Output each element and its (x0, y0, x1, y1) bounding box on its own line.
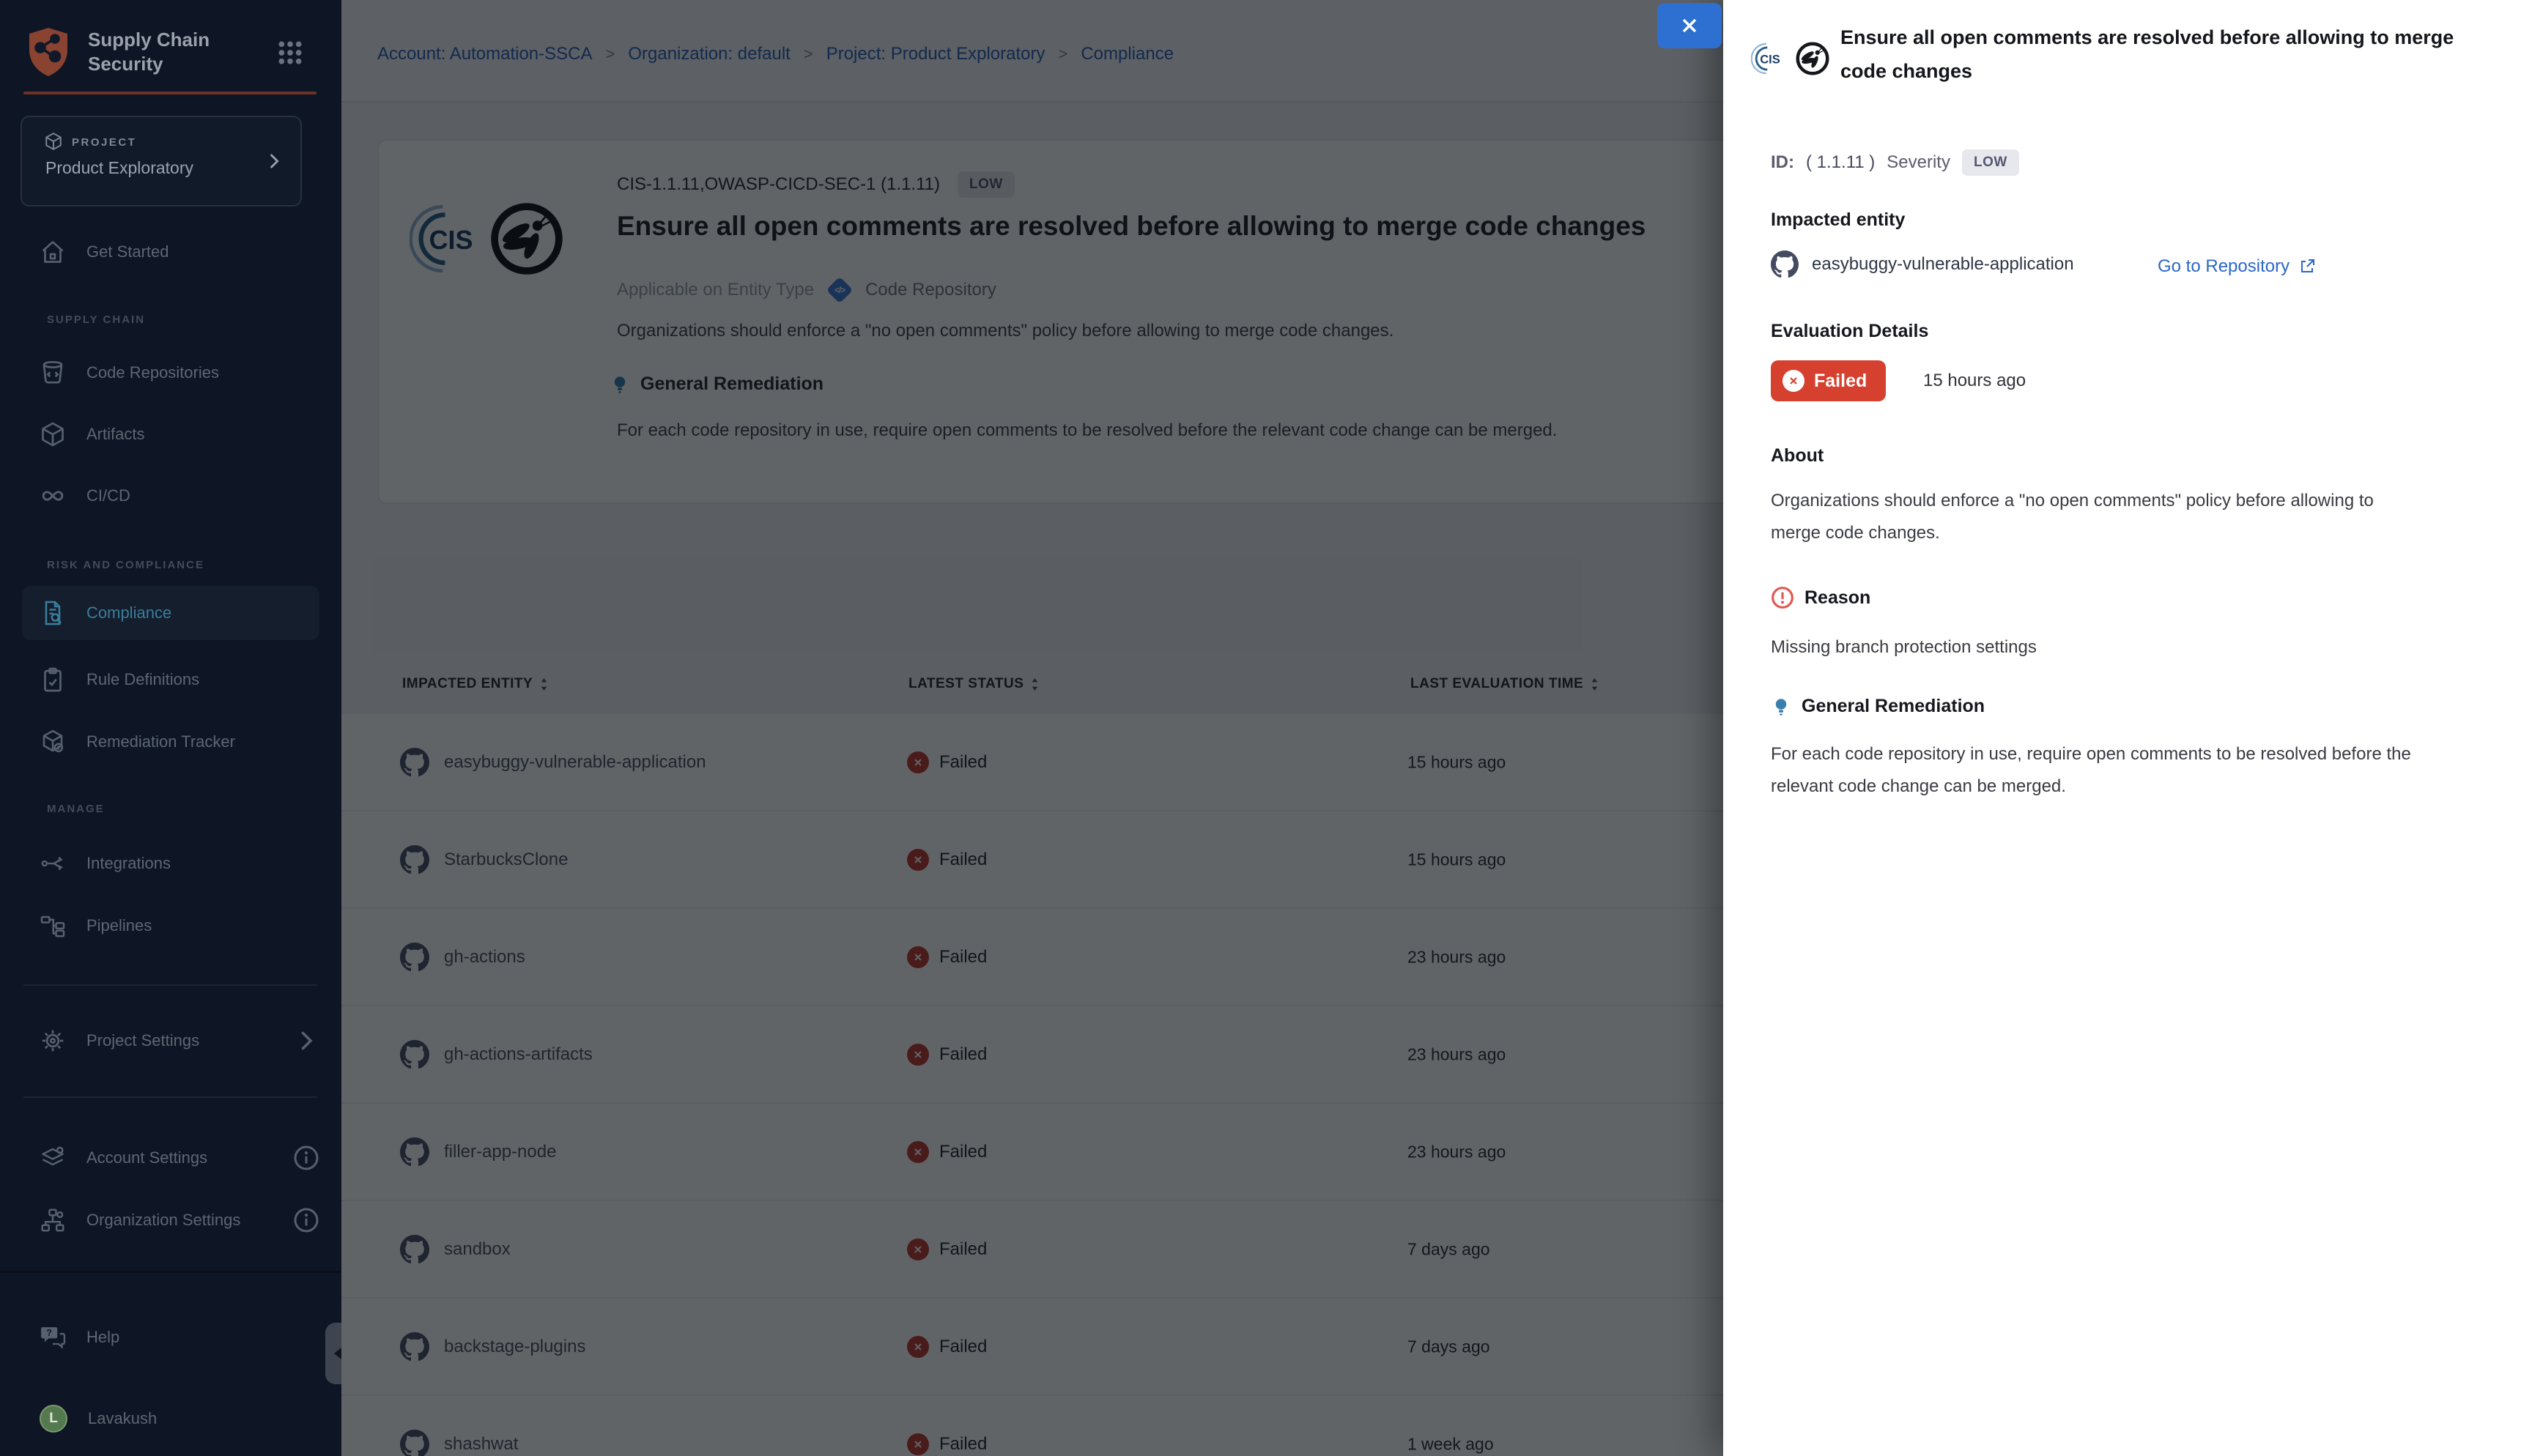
close-drawer-button[interactable] (1657, 3, 1722, 48)
clipboard-check-icon (40, 666, 66, 693)
shield-logo-icon (25, 26, 72, 78)
sidebar-item-label: Help (86, 1328, 119, 1347)
failed-status-pill[interactable]: Failed (1771, 360, 1886, 401)
reason-text: Missing branch protection settings (1771, 631, 2037, 664)
logo-divider (23, 92, 316, 94)
id-severity-row: ID: ( 1.1.11 ) Severity LOW (1771, 149, 2019, 176)
sidebar-item-code-repositories[interactable]: Code Repositories (22, 346, 319, 400)
lightbulb-icon (1771, 697, 1791, 717)
chevron-right-icon (264, 151, 284, 171)
sidebar-item-label: Compliance (86, 603, 171, 623)
sidebar-item-organization-settings[interactable]: Organization Settings (22, 1193, 319, 1247)
sidebar-item-label: Pipelines (86, 916, 152, 935)
sidebar-item-label: Code Repositories (86, 363, 219, 382)
sidebar-item-label: Organization Settings (86, 1211, 240, 1230)
rule-detail-drawer: Ensure all open comments are resolved be… (1723, 0, 2532, 1456)
sidebar-item-account-settings[interactable]: Account Settings (22, 1131, 319, 1185)
reason-heading: Reason (1771, 586, 1870, 609)
info-icon (293, 1145, 319, 1171)
divider (23, 1096, 316, 1098)
go-to-repository-link[interactable]: Go to Repository (2158, 256, 2316, 277)
app-switcher-grid-icon[interactable] (275, 38, 305, 67)
chevron-right-icon (293, 1028, 319, 1054)
section-label-manage: MANAGE (47, 803, 105, 815)
sidebar-item-artifacts[interactable]: Artifacts (22, 407, 319, 461)
sidebar-bottom-divider (0, 1271, 341, 1273)
artifacts-cube-icon (40, 421, 66, 447)
app-window: Account: Automation-SSCA > Organization:… (0, 0, 2532, 1456)
pipelines-icon (40, 913, 66, 939)
user-name: Lavakush (88, 1409, 157, 1428)
impacted-entity-row: easybuggy-vulnerable-application (1771, 250, 2074, 278)
sidebar-item-label: Rule Definitions (86, 670, 199, 689)
id-label: ID: (1771, 152, 1794, 173)
sidebar-item-label: Project Settings (86, 1031, 199, 1050)
about-text: Organizations should enforce a "no open … (1771, 485, 2423, 549)
sidebar: Supply Chain Security PROJECT Product Ex… (0, 0, 341, 1456)
project-cube-icon (44, 132, 63, 151)
status-label: Failed (1814, 371, 1867, 392)
help-chat-icon (40, 1324, 66, 1351)
box-wrench-icon (40, 729, 66, 755)
sidebar-item-label: CI/CD (86, 486, 130, 505)
entity-name: easybuggy-vulnerable-application (1812, 254, 2074, 275)
sidebar-collapse-handle[interactable] (325, 1323, 341, 1384)
drawer-logos (1751, 40, 1830, 78)
infinity-icon (40, 483, 66, 509)
sidebar-item-label: Integrations (86, 854, 171, 873)
integrations-nodes-icon (40, 850, 66, 877)
gear-icon (40, 1028, 66, 1054)
sidebar-item-project-settings[interactable]: Project Settings (22, 1014, 319, 1068)
evaluation-details-heading: Evaluation Details (1771, 321, 1928, 342)
org-chart-gear-icon (40, 1207, 66, 1233)
avatar: L (40, 1405, 67, 1433)
sidebar-item-remediation-tracker[interactable]: Remediation Tracker (22, 715, 319, 769)
severity-label: Severity (1887, 152, 1950, 173)
close-icon (1678, 14, 1701, 37)
sidebar-item-get-started[interactable]: Get Started (22, 225, 319, 279)
sidebar-item-label: Remediation Tracker (86, 732, 235, 751)
general-remediation-text: For each code repository in use, require… (1771, 738, 2437, 803)
impacted-entity-heading: Impacted entity (1771, 209, 1905, 231)
severity-badge: LOW (1962, 149, 2019, 176)
alert-icon (1771, 586, 1794, 609)
compliance-doc-search-icon (40, 600, 66, 626)
sidebar-item-integrations[interactable]: Integrations (22, 836, 319, 891)
sidebar-item-pipelines[interactable]: Pipelines (22, 899, 319, 953)
section-label-supply-chain: SUPPLY CHAIN (47, 313, 145, 326)
id-value: ( 1.1.11 ) (1806, 152, 1875, 173)
project-selector[interactable]: PROJECT Product Exploratory (21, 116, 302, 207)
external-link-icon (2298, 258, 2316, 275)
section-label-risk-and-compliance: RISK AND COMPLIANCE (47, 559, 204, 571)
app-title: Supply Chain Security (88, 28, 249, 76)
project-selector-value: Product Exploratory (45, 158, 193, 178)
about-heading: About (1771, 445, 1824, 467)
general-remediation-heading: General Remediation (1771, 696, 1985, 717)
failed-icon (1783, 370, 1804, 392)
evaluation-time: 15 hours ago (1923, 371, 2026, 391)
sidebar-item-label: Account Settings (86, 1148, 207, 1167)
sidebar-item-cicd[interactable]: CI/CD (22, 469, 319, 523)
code-repositories-icon (40, 360, 66, 386)
sidebar-item-rule-definitions[interactable]: Rule Definitions (22, 653, 319, 707)
home-icon (40, 239, 66, 265)
sidebar-item-label: Get Started (86, 242, 169, 261)
sidebar-item-label: Artifacts (86, 425, 144, 444)
github-icon (1771, 250, 1799, 278)
user-menu[interactable]: L Lavakush (22, 1392, 319, 1446)
project-selector-label: PROJECT (72, 136, 136, 149)
sidebar-item-compliance[interactable]: Compliance (22, 586, 319, 640)
info-icon (293, 1207, 319, 1233)
owasp-logo-icon (1795, 41, 1830, 76)
app-logo[interactable]: Supply Chain Security (25, 26, 249, 78)
divider (23, 984, 316, 986)
drawer-title: Ensure all open comments are resolved be… (1840, 21, 2485, 88)
layers-gear-icon (40, 1145, 66, 1171)
sidebar-item-help[interactable]: Help (22, 1310, 319, 1364)
cis-logo-icon (1751, 40, 1785, 78)
